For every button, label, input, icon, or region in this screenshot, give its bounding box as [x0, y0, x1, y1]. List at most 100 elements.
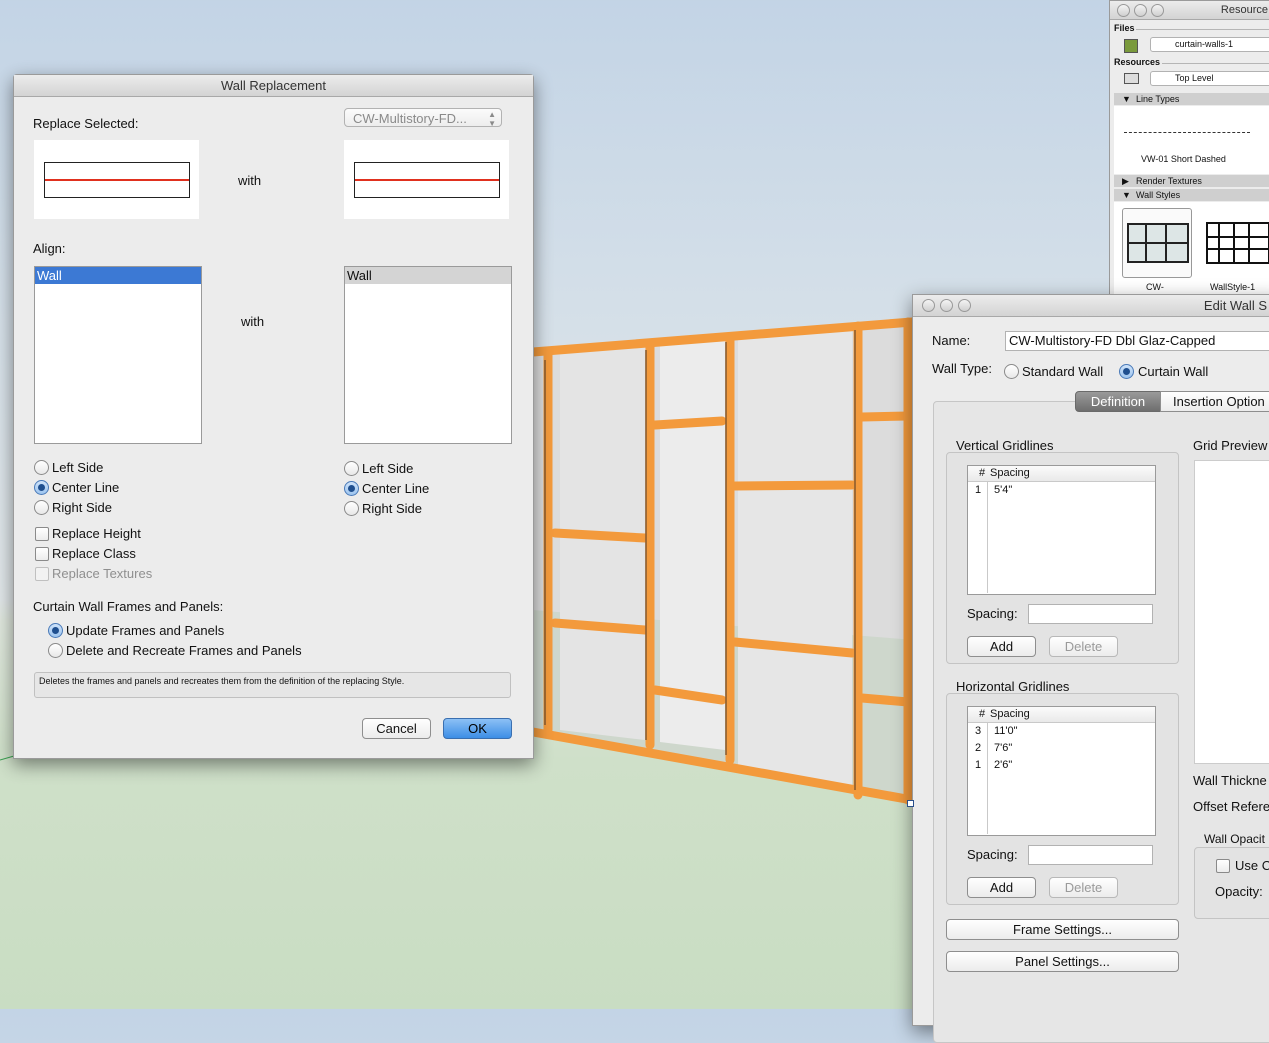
current-component-list[interactable]: Wall [34, 266, 202, 444]
disclosure-open-icon: ▼ [1122, 190, 1131, 200]
replace-textures-checkbox[interactable] [35, 567, 49, 581]
wall-thickness-label: Wall Thickne [1193, 773, 1267, 788]
replace-class-checkbox[interactable] [35, 547, 49, 561]
panel-settings-button[interactable]: Panel Settings... [946, 951, 1179, 972]
file-icon [1124, 39, 1138, 53]
right-align-center-line-radio[interactable] [344, 481, 359, 496]
wall-replacement-titlebar[interactable]: Wall Replacement [14, 75, 533, 97]
vertical-add-button[interactable]: Add [967, 636, 1036, 657]
resources-divider [1162, 63, 1269, 64]
align-label: Align: [33, 241, 66, 256]
recreate-frames-radio[interactable] [48, 643, 63, 658]
wall-styles-panel: CW- WallStyle-1 [1114, 202, 1269, 299]
edit-wall-style-title: Edit Wall S [1203, 298, 1267, 313]
horizontal-spacing-field[interactable] [1028, 845, 1153, 865]
zoom-window-button[interactable] [1151, 4, 1164, 17]
horizontal-add-button[interactable]: Add [967, 877, 1036, 898]
table-row[interactable]: 2 7'6" [968, 740, 1155, 757]
left-align-center-line-label: Center Line [52, 480, 120, 495]
wall-styles-header[interactable]: ▼ Wall Styles [1114, 189, 1269, 201]
replace-height-label: Replace Height [52, 526, 141, 541]
left-align-left-side-label: Left Side [52, 460, 104, 475]
dialog-title: Wall Replacement [220, 78, 326, 93]
ok-button[interactable]: OK [443, 718, 512, 739]
use-class-opacity-checkbox[interactable] [1216, 859, 1230, 873]
folder-icon [1124, 73, 1139, 84]
curtain-wall-section-label: Curtain Wall Frames and Panels: [33, 599, 224, 614]
vertical-delete-button[interactable]: Delete [1049, 636, 1118, 657]
wall-style-1-thumbnail[interactable] [1206, 222, 1269, 264]
render-textures-header[interactable]: ▶ Render Textures [1114, 175, 1269, 187]
right-align-left-side-label: Left Side [362, 461, 414, 476]
wall-style-cw-thumbnail[interactable] [1122, 208, 1192, 278]
resource-browser-window: Resource Files curtain-walls-1 Resources… [1109, 0, 1269, 300]
curtain-wall-radio[interactable] [1119, 364, 1134, 379]
table-header: # Spacing [968, 466, 1155, 482]
wall-opacity-label: Wall Opacit [1204, 832, 1265, 846]
wall-style-1-label: WallStyle-1 [1210, 282, 1256, 292]
replacement-wall-preview [344, 140, 509, 219]
table-row[interactable]: 1 2'6" [968, 757, 1155, 774]
minimize-window-button[interactable] [1134, 4, 1147, 17]
replace-class-label: Replace Class [52, 546, 136, 561]
replace-height-checkbox[interactable] [35, 527, 49, 541]
standard-wall-radio[interactable] [1004, 364, 1019, 379]
list-item-selected[interactable]: Wall [345, 267, 511, 284]
disclosure-open-icon: ▼ [1122, 94, 1131, 104]
current-wall-preview [34, 140, 199, 219]
line-type-name[interactable]: VW-01 Short Dashed [1141, 154, 1226, 164]
zoom-window-button[interactable] [958, 299, 971, 312]
minimize-window-button[interactable] [940, 299, 953, 312]
vertical-spacing-field[interactable] [1028, 604, 1153, 624]
disclosure-closed-icon: ▶ [1122, 176, 1129, 186]
horizontal-gridlines-table[interactable]: # Spacing 3 11'0" 2 7'6" 1 2'6" [967, 706, 1156, 836]
line-types-header[interactable]: ▼ Line Types [1114, 93, 1269, 105]
use-class-label: Use C [1235, 858, 1269, 873]
right-align-left-side-radio[interactable] [344, 461, 359, 476]
replace-selected-label: Replace Selected: [33, 116, 139, 131]
cancel-button[interactable]: Cancel [362, 718, 431, 739]
wall-style-cw-label: CW- [1146, 282, 1164, 292]
table-row[interactable]: 1 5'4" [968, 482, 1155, 499]
frame-settings-button[interactable]: Frame Settings... [946, 919, 1179, 940]
right-align-center-line-label: Center Line [362, 481, 430, 496]
close-window-button[interactable] [922, 299, 935, 312]
close-window-button[interactable] [1117, 4, 1130, 17]
with-label-top: with [238, 173, 262, 188]
popup-arrows-icon: ▲ ▼ [488, 110, 496, 128]
right-align-right-side-label: Right Side [362, 501, 422, 516]
left-align-left-side-radio[interactable] [34, 460, 49, 475]
horizontal-gridlines-label: Horizontal Gridlines [956, 679, 1070, 694]
files-divider [1136, 29, 1269, 30]
update-frames-radio[interactable] [48, 623, 63, 638]
horizontal-delete-button[interactable]: Delete [1049, 877, 1118, 898]
list-item-selected[interactable]: Wall [35, 267, 201, 284]
tab-definition[interactable]: Definition [1075, 391, 1161, 412]
tab-insertion-options[interactable]: Insertion Option [1160, 391, 1269, 412]
dashed-line-preview [1124, 132, 1250, 133]
left-align-right-side-radio[interactable] [34, 500, 49, 515]
opacity-label: Opacity: [1215, 884, 1263, 899]
line-types-panel: VW-01 Short Dashed [1114, 106, 1269, 174]
grid-preview-label: Grid Preview [1193, 438, 1268, 453]
vertical-gridlines-table[interactable]: # Spacing 1 5'4" [967, 465, 1156, 595]
left-align-center-line-radio[interactable] [34, 480, 49, 495]
files-label: Files [1114, 23, 1135, 33]
standard-wall-label: Standard Wall [1022, 364, 1104, 379]
style-name-field[interactable]: CW-Multistory-FD Dbl Glaz-Capped [1005, 331, 1269, 351]
replacement-component-list[interactable]: Wall [344, 266, 512, 444]
vertical-gridlines-label: Vertical Gridlines [956, 438, 1054, 453]
resource-browser-title: Resource [1220, 4, 1268, 16]
table-row[interactable]: 3 11'0" [968, 723, 1155, 740]
selection-handle[interactable] [907, 800, 914, 807]
right-align-right-side-radio[interactable] [344, 501, 359, 516]
resources-popup[interactable]: Top Level [1150, 71, 1269, 86]
offset-reference-label: Offset Refere [1193, 799, 1269, 814]
style-popup[interactable]: CW-Multistory-FD... ▲ ▼ [344, 108, 502, 128]
update-frames-label: Update Frames and Panels [66, 623, 225, 638]
curtain-wall-label: Curtain Wall [1138, 364, 1209, 379]
grid-preview-area [1194, 460, 1269, 764]
file-popup[interactable]: curtain-walls-1 [1150, 37, 1269, 52]
help-text: Deletes the frames and panels and recrea… [39, 676, 405, 686]
left-align-right-side-label: Right Side [52, 500, 112, 515]
